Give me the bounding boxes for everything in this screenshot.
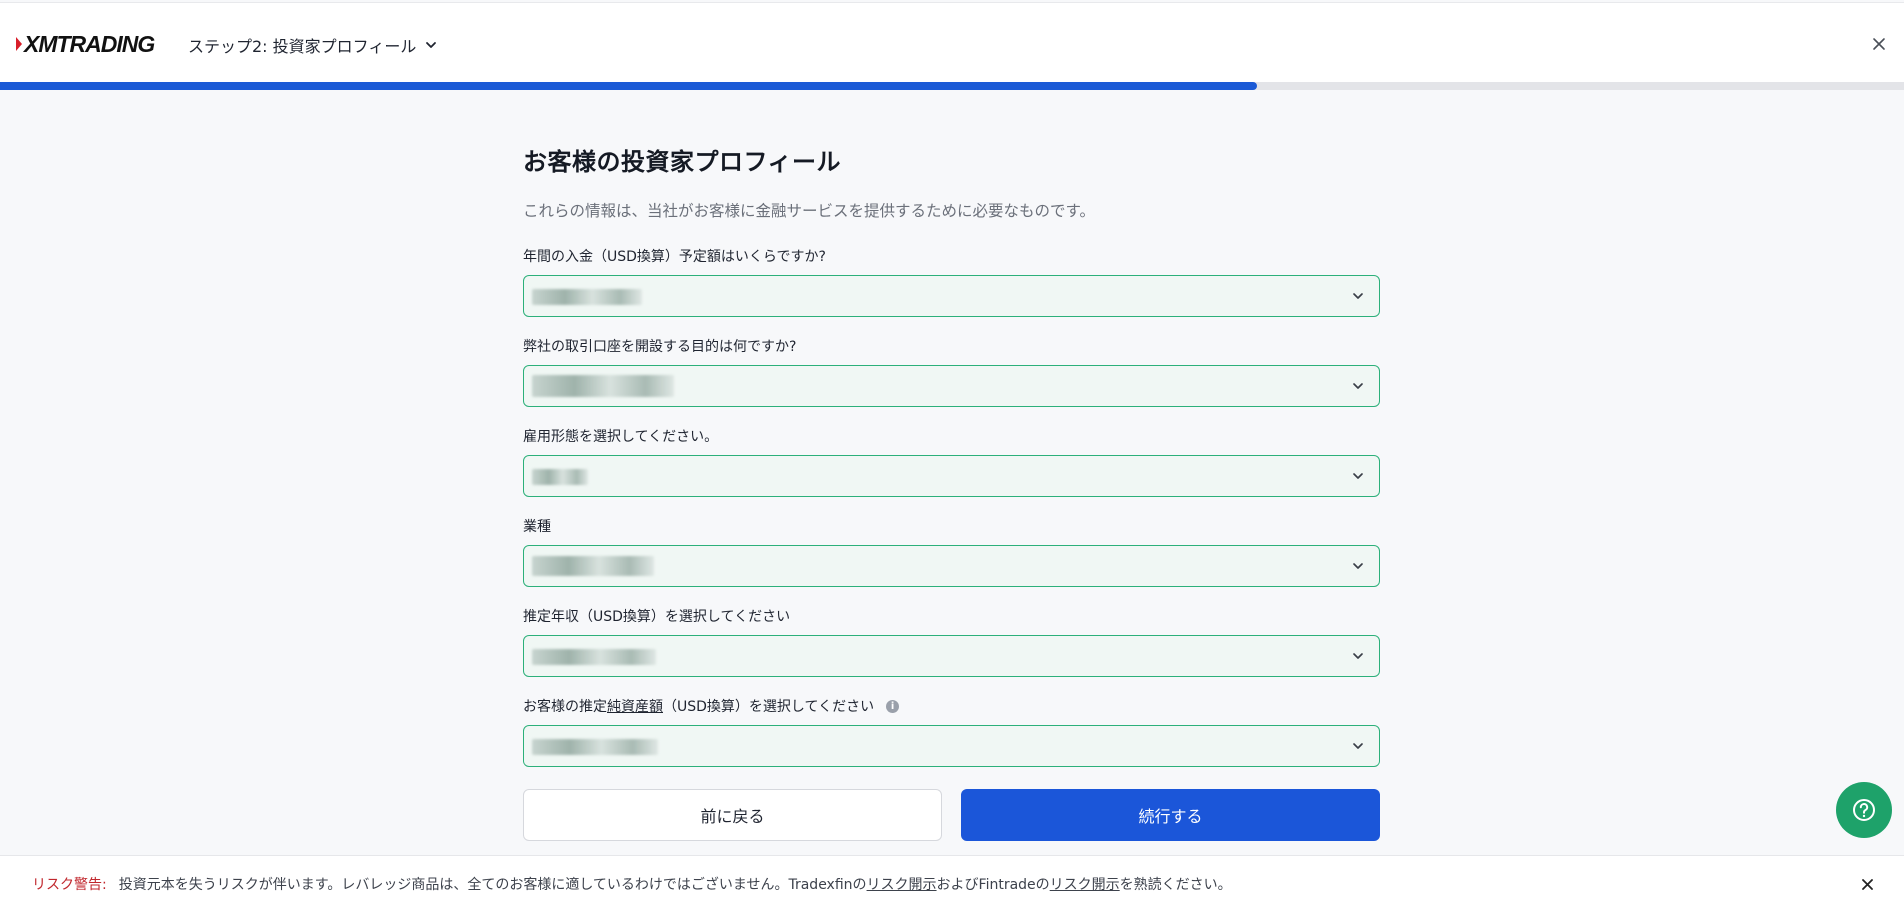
selected-value-redacted xyxy=(532,649,656,665)
chevron-down-icon xyxy=(1353,653,1363,659)
annual-deposit-field: 年間の入金（USD換算）予定額はいくらですか? xyxy=(523,247,1380,317)
industry-field: 業種 xyxy=(523,517,1380,587)
risk-disclosure-link-fintrade[interactable]: リスク開示 xyxy=(1050,877,1120,893)
field-label: 弊社の取引口座を開設する目的は何ですか? xyxy=(523,339,797,355)
selected-value-redacted xyxy=(532,469,588,485)
logo-text: XMTRADING xyxy=(24,30,155,57)
field-label: 業種 xyxy=(523,519,551,535)
logo-mark-icon xyxy=(16,37,22,51)
page-title: お客様の投資家プロフィール xyxy=(523,148,842,176)
selected-value-redacted xyxy=(532,739,658,755)
employment-status-field: 雇用形態を選択してください。 xyxy=(523,427,1380,497)
xm-logo[interactable]: XMTRADING xyxy=(16,30,155,57)
chevron-down-icon xyxy=(1353,743,1363,749)
close-icon xyxy=(1861,878,1873,890)
net-worth-select[interactable] xyxy=(523,725,1380,767)
help-button[interactable] xyxy=(1836,782,1892,838)
selected-value-redacted xyxy=(532,375,674,397)
field-label: 雇用形態を選択してください。 xyxy=(523,429,719,445)
chevron-down-icon xyxy=(426,42,437,48)
employment-status-select[interactable] xyxy=(523,455,1380,497)
selected-value-redacted xyxy=(532,289,642,305)
step-label: ステップ2: 投資家プロフィール xyxy=(188,37,417,56)
help-icon xyxy=(1853,799,1875,821)
field-label: お客様の推定純資産額（USD換算）を選択してください i xyxy=(523,697,1380,715)
chevron-down-icon xyxy=(1353,383,1363,389)
risk-warning-bar: リスク警告: 投資元本を失うリスクが伴います。レバレッジ商品は、全てのお客様に適… xyxy=(0,855,1904,911)
back-button[interactable]: 前に戻る xyxy=(523,789,942,841)
field-label: 推定年収（USD換算）を選択してください xyxy=(523,609,791,625)
net-worth-term[interactable]: 純資産額 xyxy=(607,699,663,715)
industry-select[interactable] xyxy=(523,545,1380,587)
close-button[interactable] xyxy=(1868,33,1890,55)
close-icon xyxy=(1873,38,1885,50)
selected-value-redacted xyxy=(532,556,654,576)
net-worth-field: お客様の推定純資産額（USD換算）を選択してください i xyxy=(523,697,1380,767)
progress-bar xyxy=(0,82,1904,90)
annual-income-field: 推定年収（USD換算）を選択してください xyxy=(523,607,1380,677)
risk-close-button[interactable] xyxy=(1858,875,1876,893)
info-icon[interactable]: i xyxy=(886,699,900,713)
continue-button[interactable]: 続行する xyxy=(961,789,1380,841)
step-dropdown[interactable]: ステップ2: 投資家プロフィール xyxy=(188,33,438,57)
annual-income-select[interactable] xyxy=(523,635,1380,677)
risk-warning-text: 投資元本を失うリスクが伴います。レバレッジ商品は、全てのお客様に適しているわけで… xyxy=(118,876,1232,893)
annual-deposit-select[interactable] xyxy=(523,275,1380,317)
chevron-down-icon xyxy=(1353,293,1363,299)
account-purpose-field: 弊社の取引口座を開設する目的は何ですか? xyxy=(523,337,1380,407)
field-label: 年間の入金（USD換算）予定額はいくらですか? xyxy=(523,249,826,265)
chevron-down-icon xyxy=(1353,473,1363,479)
risk-warning-label: リスク警告: xyxy=(32,876,107,893)
investor-profile-form: お客様の投資家プロフィール これらの情報は、当社がお客様に金融サービスを提供する… xyxy=(523,90,1380,841)
top-bar: XMTRADING ステップ2: 投資家プロフィール xyxy=(0,2,1904,82)
page-subtitle: これらの情報は、当社がお客様に金融サービスを提供するために必要なものです。 xyxy=(523,202,1095,220)
progress-fill xyxy=(0,82,1257,90)
account-purpose-select[interactable] xyxy=(523,365,1380,407)
risk-disclosure-link-tradexfin[interactable]: リスク開示 xyxy=(867,877,937,893)
chevron-down-icon xyxy=(1353,563,1363,569)
